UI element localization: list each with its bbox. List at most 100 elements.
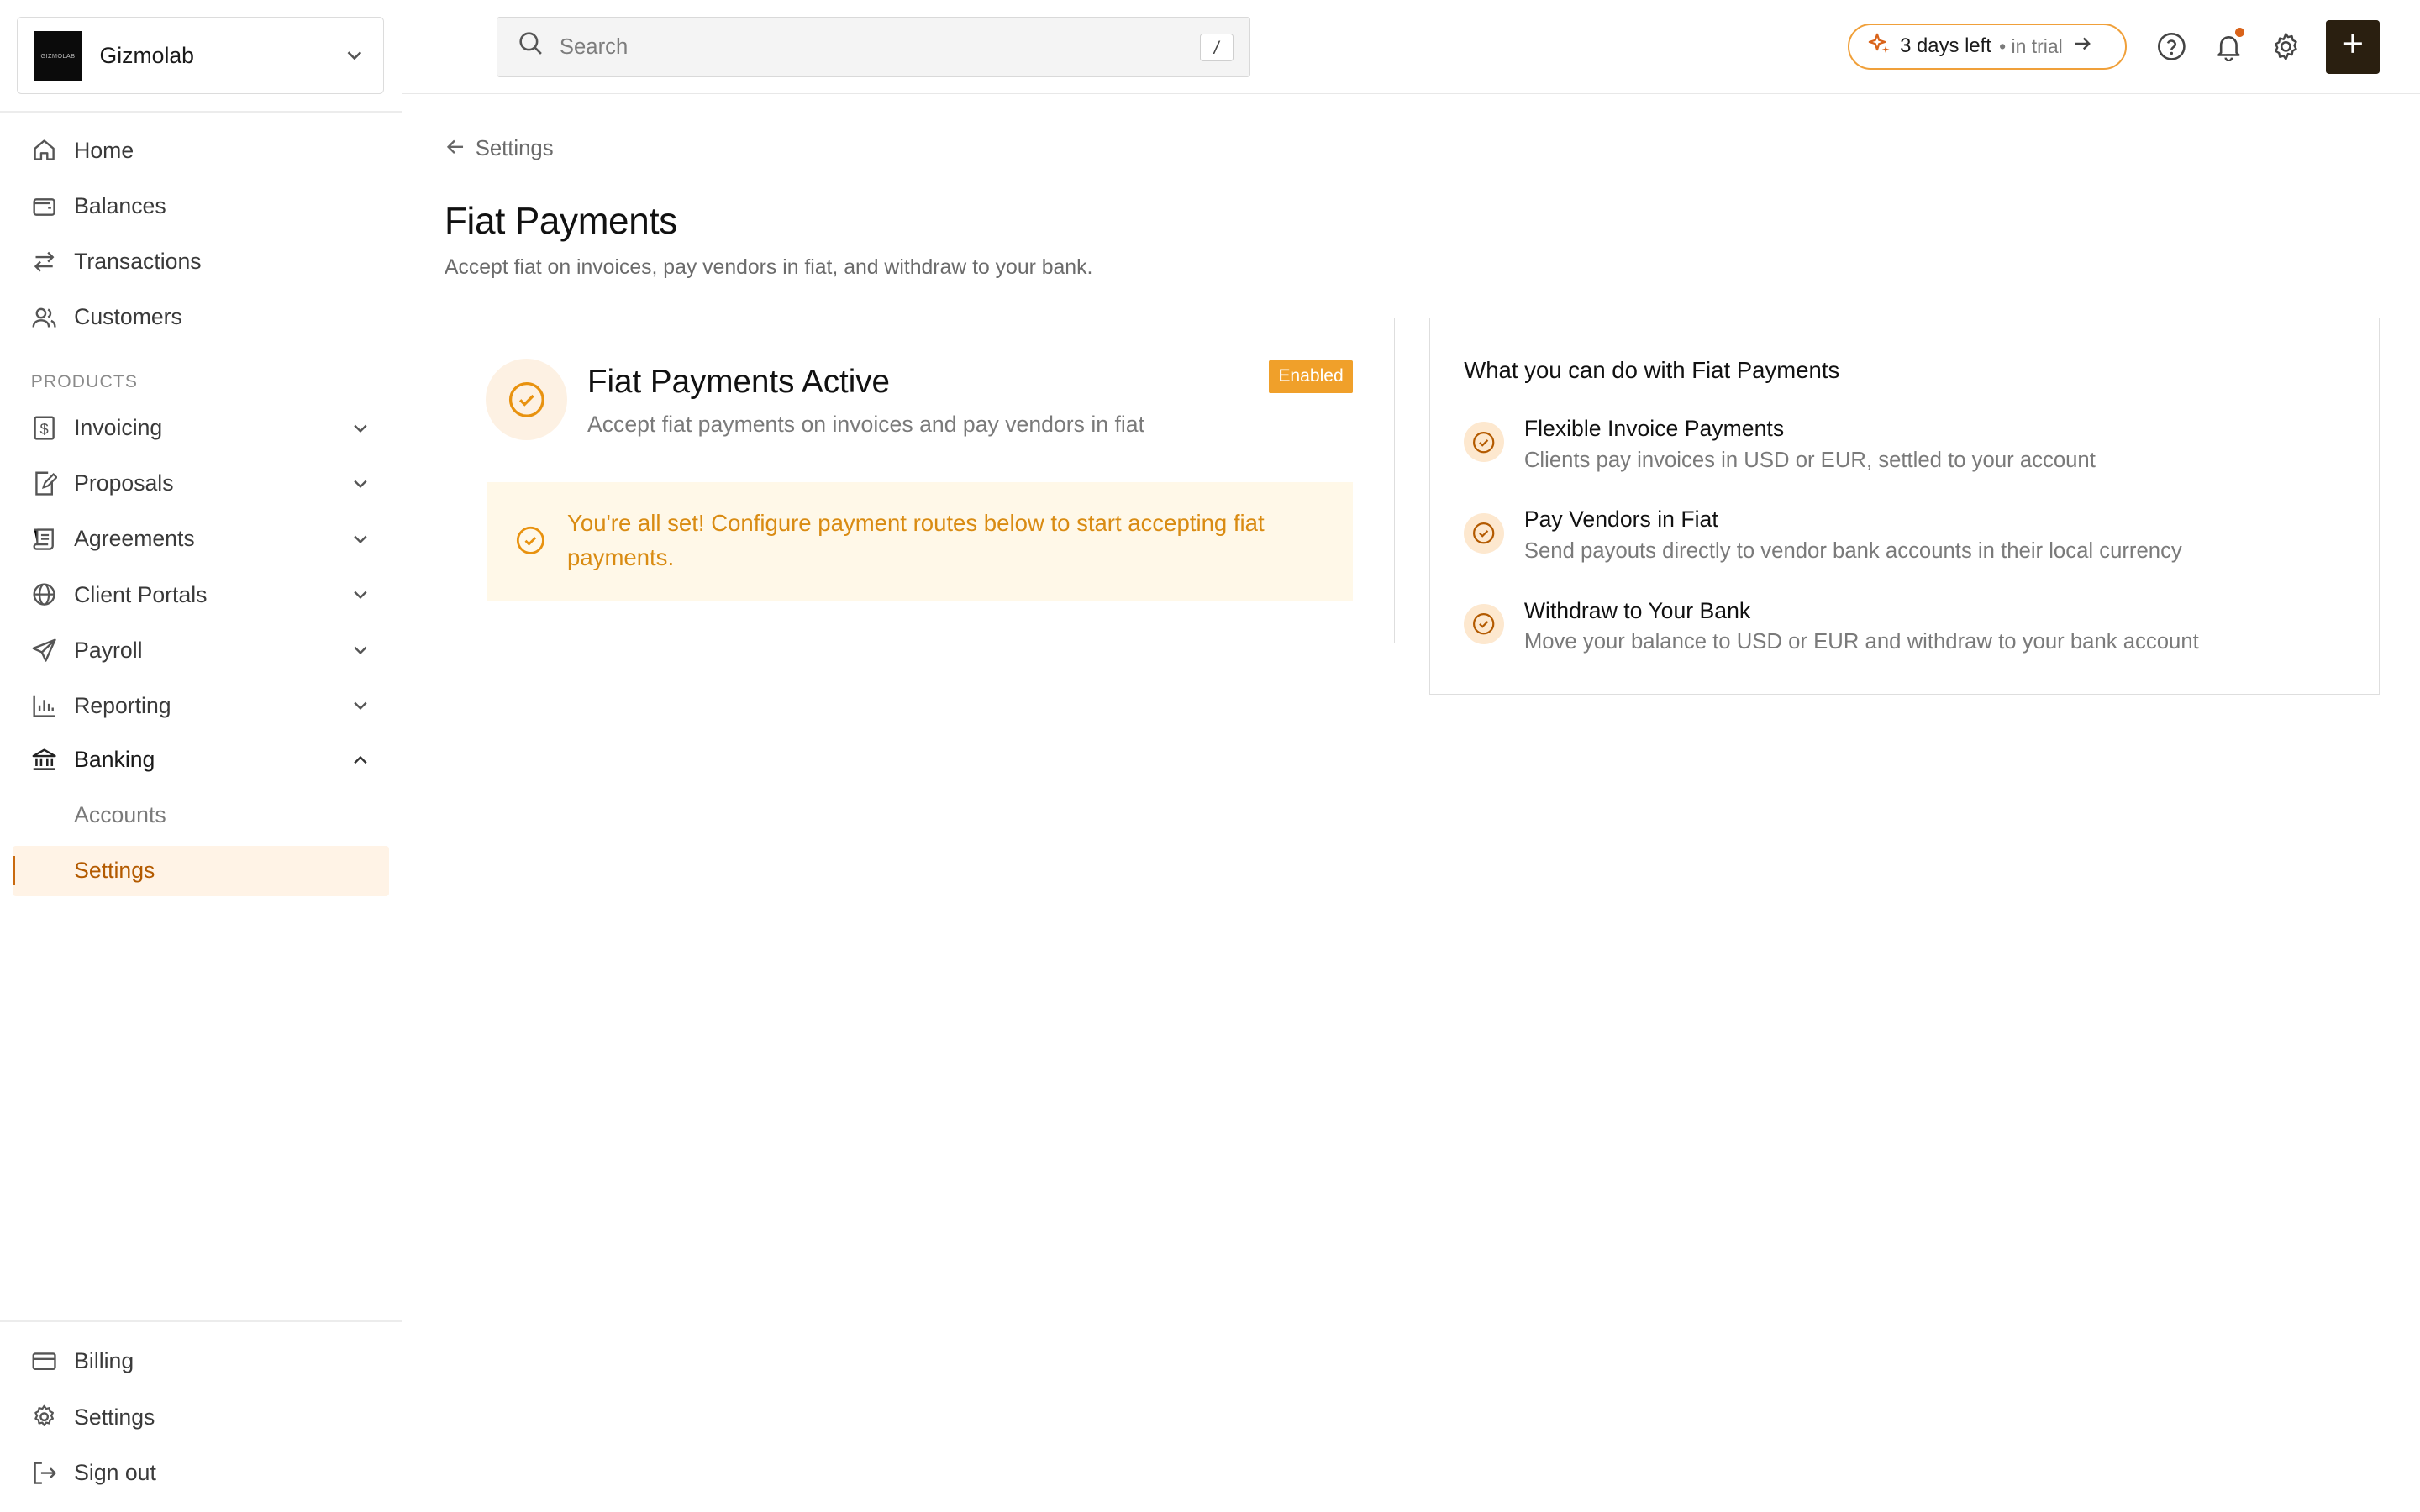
feature-title: Pay Vendors in Fiat: [1523, 507, 1718, 533]
sidebar-item-banking-settings[interactable]: Settings: [12, 845, 389, 897]
add-button[interactable]: [2325, 19, 2381, 75]
sidebar-item-settings[interactable]: Settings: [13, 1392, 389, 1443]
scroll-icon: [31, 526, 57, 552]
sidebar-item-invoicing[interactable]: $ Invoicing: [13, 402, 389, 454]
feature-title: Flexible Invoice Payments: [1523, 416, 1785, 442]
bank-icon: [31, 747, 57, 773]
feature-title: Withdraw to Your Bank: [1523, 597, 1751, 623]
chevron-down-icon: [344, 44, 366, 72]
features-heading: What you can do with Fiat Payments: [1464, 357, 1840, 384]
sidebar-item-banking[interactable]: Banking: [13, 734, 389, 785]
sidebar-item-customers[interactable]: Customers: [13, 291, 389, 343]
arrow-right-icon: [2072, 34, 2092, 60]
sidebar-item-transactions[interactable]: Transactions: [13, 236, 389, 287]
topbar: Search / 3 days left • in trial: [402, 0, 2420, 95]
notice-text: You're all set! Configure payment routes…: [567, 510, 1265, 570]
sidebar-item-label: Balances: [74, 192, 166, 218]
chevron-up-icon: [350, 750, 371, 776]
sidebar-section-label: PRODUCTS: [30, 371, 139, 391]
sidebar-item-balances[interactable]: Balances: [13, 181, 389, 232]
sidebar-item-label: Billing: [74, 1348, 134, 1374]
sidebar-item-payroll[interactable]: Payroll: [13, 625, 389, 676]
sidebar-item-home[interactable]: Home: [13, 125, 389, 176]
chevron-down-icon: [350, 529, 371, 555]
gear-icon[interactable]: [2270, 31, 2302, 62]
org-switcher[interactable]: GIZMOLAB Gizmolab: [17, 17, 385, 95]
org-name: Gizmolab: [99, 42, 194, 68]
home-icon: [31, 137, 57, 163]
trial-days: 3 days left: [1900, 34, 1991, 58]
sidebar-item-reporting[interactable]: Reporting: [13, 680, 389, 732]
send-icon: [31, 638, 57, 664]
arrow-left-icon: [445, 136, 466, 164]
sidebar-item-label: Agreements: [74, 526, 195, 552]
plus-icon: [2342, 33, 2364, 61]
app-root: GIZMOLAB Gizmolab Home Balances Transact…: [0, 0, 2420, 1512]
sidebar-item-label: Proposals: [74, 470, 174, 496]
search-icon: [518, 30, 544, 63]
notification-dot: [2234, 28, 2244, 38]
chevron-down-icon: [350, 418, 371, 444]
wallet-icon: [31, 193, 57, 219]
arrows-swap-icon: [31, 249, 57, 275]
chevron-down-icon: [350, 474, 371, 500]
page-subtitle: Accept fiat on invoices, pay vendors in …: [444, 255, 1093, 279]
sidebar-item-label: Settings: [74, 858, 155, 884]
pen-doc-icon: [31, 470, 57, 496]
check-circle-icon: [1464, 422, 1504, 463]
feature-description: Clients pay invoices in USD or EUR, sett…: [1523, 448, 2096, 472]
sparkle-icon: [1868, 32, 1891, 61]
back-link[interactable]: Settings: [445, 136, 554, 164]
check-circle-icon: [1464, 512, 1504, 554]
sidebar-item-label: Client Portals: [74, 581, 208, 607]
status-title: Fiat Payments Active: [587, 363, 890, 400]
sidebar-item-label: Reporting: [74, 692, 171, 718]
sidebar-divider: [0, 1320, 403, 1323]
search-input[interactable]: Search /: [497, 17, 1250, 77]
search-shortcut: /: [1199, 33, 1234, 61]
sidebar-item-label: Banking: [74, 747, 155, 773]
chevron-down-icon: [350, 696, 371, 722]
back-label: Settings: [475, 137, 554, 161]
sidebar-item-client-portals[interactable]: Client Portals: [13, 570, 389, 621]
sidebar-item-billing[interactable]: Billing: [13, 1336, 389, 1388]
sidebar-item-label: Sign out: [74, 1459, 156, 1485]
sidebar-item-label: Settings: [74, 1404, 155, 1430]
active-indicator: [12, 856, 16, 886]
sidebar-item-sign-out[interactable]: Sign out: [13, 1447, 389, 1499]
check-circle-icon: [515, 525, 546, 563]
help-icon[interactable]: [2156, 31, 2187, 62]
status-badge: Enabled: [1269, 360, 1353, 393]
sidebar-item-proposals[interactable]: Proposals: [13, 459, 389, 510]
trial-note: • in trial: [1999, 34, 2063, 57]
sidebar: GIZMOLAB Gizmolab Home Balances Transact…: [0, 0, 403, 1512]
chevron-down-icon: [350, 585, 371, 611]
sidebar-divider: [0, 111, 403, 113]
sidebar-item-label: Transactions: [74, 248, 202, 274]
features-card: What you can do with Fiat Payments Flexi…: [1428, 318, 2381, 695]
feature-description: Send payouts directly to vendor bank acc…: [1523, 539, 2182, 563]
sidebar-item-accounts[interactable]: Accounts: [13, 790, 389, 841]
search-placeholder: Search: [559, 34, 629, 59]
check-circle-icon: [485, 359, 568, 441]
sidebar-item-label: Customers: [74, 303, 182, 329]
org-logo: GIZMOLAB: [33, 30, 83, 81]
status-description: Accept fiat payments on invoices and pay…: [587, 411, 1144, 437]
trial-button[interactable]: 3 days left • in trial: [1847, 23, 2127, 70]
svg-text:$: $: [39, 420, 48, 438]
bar-chart-icon: [31, 693, 57, 719]
dollar-doc-icon: $: [31, 415, 57, 441]
bell-icon[interactable]: [2213, 28, 2244, 62]
chevron-down-icon: [350, 640, 371, 666]
users-icon: [31, 304, 57, 330]
sidebar-item-label: Invoicing: [74, 415, 163, 441]
sidebar-item-label: Home: [74, 137, 134, 163]
globe-icon: [31, 581, 57, 607]
sidebar-item-agreements[interactable]: Agreements: [13, 514, 389, 565]
check-circle-icon: [1464, 604, 1504, 644]
success-notice: You're all set! Configure payment routes…: [487, 482, 1353, 601]
status-card: Fiat Payments Active Accept fiat payment…: [444, 318, 1396, 643]
sign-out-icon: [31, 1460, 57, 1486]
feature-description: Move your balance to USD or EUR and with…: [1523, 630, 2199, 654]
sidebar-item-label: Accounts: [74, 802, 166, 828]
